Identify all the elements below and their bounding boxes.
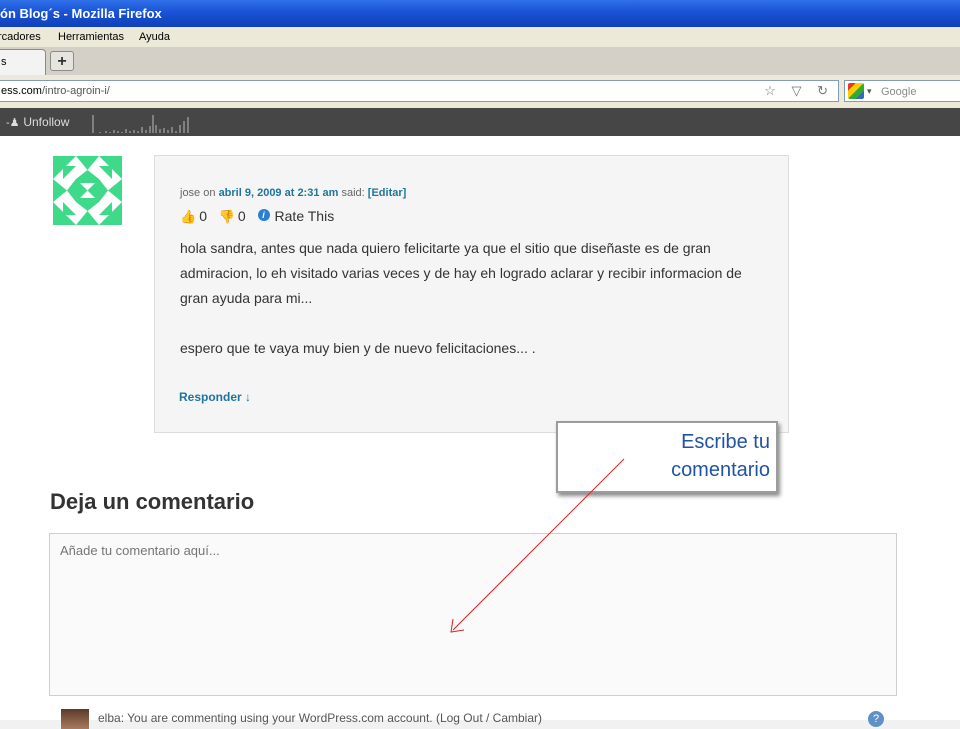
menu-item-bookmarks[interactable]: rcadores — [0, 27, 41, 47]
unfollow-button[interactable]: -♟ Unfollow — [6, 108, 69, 137]
tab-strip: s + — [0, 47, 960, 76]
url-bar[interactable]: ess.com/intro-agroin-i/ ☆ ▽ ↻ — [0, 80, 839, 102]
new-tab-button[interactable]: + — [50, 51, 74, 71]
menu-bar: rcadores Herramientas Ayuda — [0, 27, 960, 47]
comment-date-link[interactable]: abril 9, 2009 at 2:31 am — [219, 187, 339, 199]
person-minus-icon: -♟ — [6, 117, 20, 129]
window-title: ón Blog´s - Mozilla Firefox — [0, 6, 162, 21]
menu-item-help[interactable]: Ayuda — [139, 27, 170, 47]
comment-on-word: on — [203, 187, 216, 199]
help-icon[interactable]: ? — [868, 711, 884, 727]
window-title-bar: ón Blog´s - Mozilla Firefox — [0, 0, 960, 27]
commenter-avatar[interactable] — [53, 156, 122, 225]
thumbs-up-icon[interactable]: 👍 — [180, 209, 196, 225]
page-content: jose on abril 9, 2009 at 2:31 am said: [… — [0, 136, 960, 729]
comment-paragraph: hola sandra, antes que nada quiero felic… — [180, 240, 742, 306]
tab-active[interactable]: s — [0, 49, 46, 75]
callout-line-2: comentario — [671, 459, 770, 481]
search-placeholder: Google — [881, 86, 917, 98]
rate-this-label: Rate This — [274, 208, 335, 224]
annotation-callout: Escribe tu comentario — [556, 421, 778, 493]
like-count: 0 — [199, 208, 207, 224]
leave-comment-title: Deja un comentario — [50, 489, 255, 514]
stats-sparkline[interactable] — [92, 113, 192, 133]
user-avatar — [61, 709, 89, 729]
menu-item-tools[interactable]: Herramientas — [58, 27, 124, 47]
edit-comment-link[interactable]: [Editar] — [368, 187, 407, 199]
wp-admin-bar: -♟ Unfollow — [0, 108, 960, 136]
google-logo-icon[interactable] — [848, 83, 864, 99]
logged-in-user-line: elba: You are commenting using your Word… — [98, 711, 542, 725]
comment-author[interactable]: jose — [180, 187, 200, 199]
comment-rating: 👍 0 👎 0 i Rate This — [180, 208, 334, 225]
comment-meta: jose on abril 9, 2009 at 2:31 am said: [… — [180, 187, 406, 199]
reply-link[interactable]: Responder ↓ — [179, 390, 251, 404]
thumbs-down-icon[interactable]: 👎 — [219, 209, 235, 225]
unfollow-label: Unfollow — [23, 115, 70, 129]
comment-item: jose on abril 9, 2009 at 2:31 am said: [… — [154, 155, 789, 433]
callout-line-1: Escribe tu — [681, 431, 770, 453]
chevron-down-icon[interactable]: ▾ — [867, 81, 872, 101]
comment-textarea[interactable] — [49, 533, 897, 696]
comment-paragraph: espero que te vaya muy bien y de nuevo f… — [180, 340, 536, 356]
bookmark-star-icon[interactable]: ☆ ▽ ↻ — [764, 81, 834, 101]
dislike-count: 0 — [237, 208, 246, 224]
comment-said-word: said: — [341, 187, 365, 199]
url-path: /intro-agroin-i/ — [41, 85, 110, 97]
search-input[interactable]: ▾ Google — [844, 80, 960, 102]
navigation-bar: ess.com/intro-agroin-i/ ☆ ▽ ↻ ▾ Google — [0, 75, 960, 109]
url-host: ess.com — [1, 85, 42, 97]
comment-text: hola sandra, antes que nada quiero felic… — [180, 236, 770, 361]
info-icon[interactable]: i — [257, 209, 270, 221]
